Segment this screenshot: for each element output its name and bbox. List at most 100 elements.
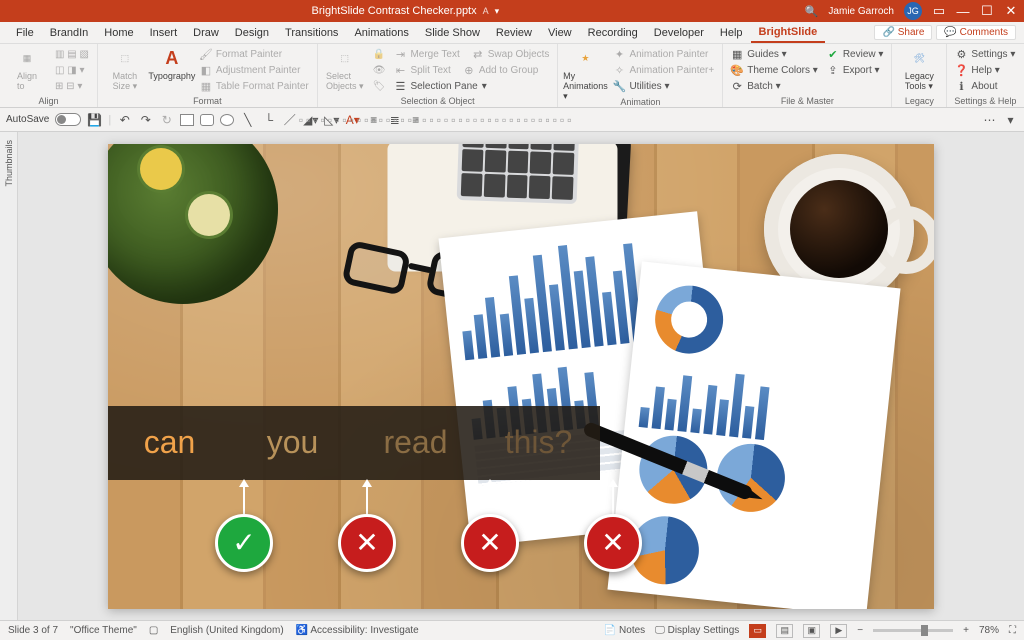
legacy-tools-button[interactable]: 🛠Legacy Tools ▾ xyxy=(898,47,940,92)
match-size-button[interactable]: ⬚Match Size ▾ xyxy=(104,47,146,92)
tab-design[interactable]: Design xyxy=(227,24,277,42)
tab-transitions[interactable]: Transitions xyxy=(277,24,346,42)
selection-pane-button[interactable]: ☰Selection Pane ▾ xyxy=(392,79,551,94)
theme-name: "Office Theme" xyxy=(70,625,137,636)
x-mark-icon: ✕ xyxy=(601,526,624,559)
batch-button[interactable]: ⟳Batch ▾ xyxy=(729,79,820,94)
slideshow-view-icon[interactable]: ▶ xyxy=(830,624,847,638)
export-button[interactable]: ⇪Export ▾ xyxy=(825,63,886,78)
align-row2-icons[interactable]: ◫ ◨ ▾ xyxy=(53,63,91,78)
undo-icon[interactable]: ↶ xyxy=(117,112,132,127)
display-settings-button[interactable]: 🖵 Display Settings xyxy=(655,625,739,636)
my-animations-button[interactable]: ★My Animations ▾ xyxy=(564,47,606,102)
animation-painter-plus-button[interactable]: ✧Animation Painter+ xyxy=(611,63,716,78)
align-row3-icons[interactable]: ⊞ ⊟ ▾ xyxy=(53,79,91,94)
help-button[interactable]: ❓Help ▾ xyxy=(953,63,1017,78)
swap-objects-button[interactable]: ⇄Swap Objects xyxy=(470,47,552,62)
zoom-slider[interactable] xyxy=(873,629,953,632)
user-name[interactable]: Jamie Garroch xyxy=(828,6,894,17)
title-center: BrightSlide Contrast Checker.pptx A ▾ xyxy=(6,5,805,17)
qat-overflow-icon[interactable]: ⋯ xyxy=(982,112,997,127)
typography-icon: A xyxy=(161,47,183,69)
animation-utilities-button[interactable]: 🔧Utilities ▾ xyxy=(611,79,716,94)
select-objects-button[interactable]: ⬚Select Objects ▾ xyxy=(324,47,366,92)
maximize-icon[interactable]: ☐ xyxy=(980,3,994,19)
adjustment-painter-button[interactable]: ◧Adjustment Painter xyxy=(198,63,311,78)
split-text-button[interactable]: ⇤Split Text xyxy=(392,63,452,78)
qat-dropdown-icon[interactable]: ▾ xyxy=(1003,112,1018,127)
add-to-group-button[interactable]: ⊕Add to Group xyxy=(461,63,540,78)
minimize-icon[interactable]: — xyxy=(956,4,970,19)
tab-draw[interactable]: Draw xyxy=(185,24,227,42)
tab-slideshow[interactable]: Slide Show xyxy=(417,24,488,42)
guides-button[interactable]: ▦Guides ▾ xyxy=(729,47,820,62)
review-button[interactable]: ✔Review ▾ xyxy=(825,47,886,62)
reading-view-icon[interactable]: ▣ xyxy=(803,624,820,638)
language-status[interactable]: English (United Kingdom) xyxy=(170,625,283,636)
notes-button[interactable]: 📄 Notes xyxy=(604,625,645,636)
shape-rounded-icon[interactable] xyxy=(200,114,214,126)
typography-button[interactable]: ATypography xyxy=(151,47,193,81)
close-icon[interactable]: ✕ xyxy=(1004,3,1018,19)
thumbnails-label[interactable]: Thumbnails xyxy=(4,140,14,187)
animation-painter-button[interactable]: ✦Animation Painter xyxy=(611,47,716,62)
anim-brush-icon: ✦ xyxy=(613,49,625,61)
tab-file[interactable]: File xyxy=(8,24,42,42)
group-settings-label: Settings & Help xyxy=(953,96,1017,106)
tab-brightslide[interactable]: BrightSlide xyxy=(751,23,826,43)
tab-animations[interactable]: Animations xyxy=(346,24,416,42)
autosave-toggle[interactable] xyxy=(55,113,81,126)
search-icon[interactable]: 🔍 xyxy=(805,5,819,18)
ribbon-display-options-icon[interactable]: ▭ xyxy=(932,3,946,19)
title-dropdown-icon[interactable]: ▾ xyxy=(495,6,500,17)
align-to-button[interactable]: ▦ Align to xyxy=(6,47,48,91)
tab-recording[interactable]: Recording xyxy=(580,24,646,42)
spellcheck-icon[interactable]: ▢ xyxy=(149,625,158,636)
slide-stage[interactable]: can you read this? ✓ ✕ ✕ ✕ xyxy=(18,132,1024,620)
format-painter-button[interactable]: 🖌Format Painter xyxy=(198,47,311,62)
tab-review[interactable]: Review xyxy=(488,24,540,42)
brush-icon: 🖌 xyxy=(200,49,212,61)
slide[interactable]: can you read this? ✓ ✕ ✕ ✕ xyxy=(108,144,934,609)
zoom-level[interactable]: 78% xyxy=(979,625,999,636)
shape-oval-icon[interactable] xyxy=(220,114,234,126)
table-format-painter-button[interactable]: ▦Table Format Painter xyxy=(198,79,311,94)
freeform-icon[interactable]: ／ xyxy=(282,112,297,127)
line-icon[interactable]: ╲ xyxy=(240,112,255,127)
fit-to-window-icon[interactable]: ⛶ xyxy=(1009,625,1016,636)
save-icon[interactable]: 💾 xyxy=(87,112,102,127)
thumbnails-pane-collapsed[interactable]: Thumbnails xyxy=(0,132,18,620)
slide-counter[interactable]: Slide 3 of 7 xyxy=(8,625,58,636)
accessibility-status[interactable]: ♿ Accessibility: Investigate xyxy=(296,625,419,636)
adjust-icon: ◧ xyxy=(200,65,212,77)
merge-text-button[interactable]: ⇥Merge Text xyxy=(392,47,461,62)
comments-button[interactable]: 💬 Comments xyxy=(936,25,1016,40)
tools-icon: 🛠 xyxy=(908,47,930,69)
avatar[interactable]: JG xyxy=(904,2,922,20)
normal-view-icon[interactable]: ▭ xyxy=(749,624,766,638)
lock-icon-button[interactable]: 🔒 xyxy=(371,47,388,62)
tag-icon-button[interactable]: 🏷 xyxy=(371,79,388,94)
elbow-connector-icon[interactable]: └ xyxy=(261,112,276,127)
zoom-out-icon[interactable]: − xyxy=(857,625,863,636)
tab-insert[interactable]: Insert xyxy=(142,24,186,42)
theme-colors-button[interactable]: 🎨Theme Colors ▾ xyxy=(729,63,820,78)
titlebar: BrightSlide Contrast Checker.pptx A ▾ 🔍 … xyxy=(0,0,1024,22)
shape-rectangle-icon[interactable] xyxy=(180,114,194,126)
hide-icon-button[interactable]: 👁 xyxy=(371,63,388,78)
tab-developer[interactable]: Developer xyxy=(646,24,712,42)
tab-home[interactable]: Home xyxy=(96,24,141,42)
align-row1-icons[interactable]: ▥ ▤ ▧ xyxy=(53,47,91,62)
group-align-label: Align xyxy=(6,96,91,106)
zoom-in-icon[interactable]: + xyxy=(963,625,969,636)
qat-more-icons[interactable]: ▫▫▫▫▫▫▫▫▫▫▫▫▫▫▫▫▫▫▫▫▫▫▫▫▫▫▫▫▫▫▫▫▫▫▫▫▫▫ xyxy=(429,112,444,127)
sorter-view-icon[interactable]: ▤ xyxy=(776,624,793,638)
settings-button[interactable]: ⚙Settings ▾ xyxy=(953,47,1017,62)
tab-brandin[interactable]: BrandIn xyxy=(42,24,97,42)
repeat-icon[interactable]: ↻ xyxy=(159,112,174,127)
redo-icon[interactable]: ↷ xyxy=(138,112,153,127)
share-button[interactable]: 🔗 Share xyxy=(874,25,932,40)
about-button[interactable]: ℹAbout xyxy=(953,79,1017,94)
tab-help[interactable]: Help xyxy=(712,24,751,42)
tab-view[interactable]: View xyxy=(540,24,580,42)
